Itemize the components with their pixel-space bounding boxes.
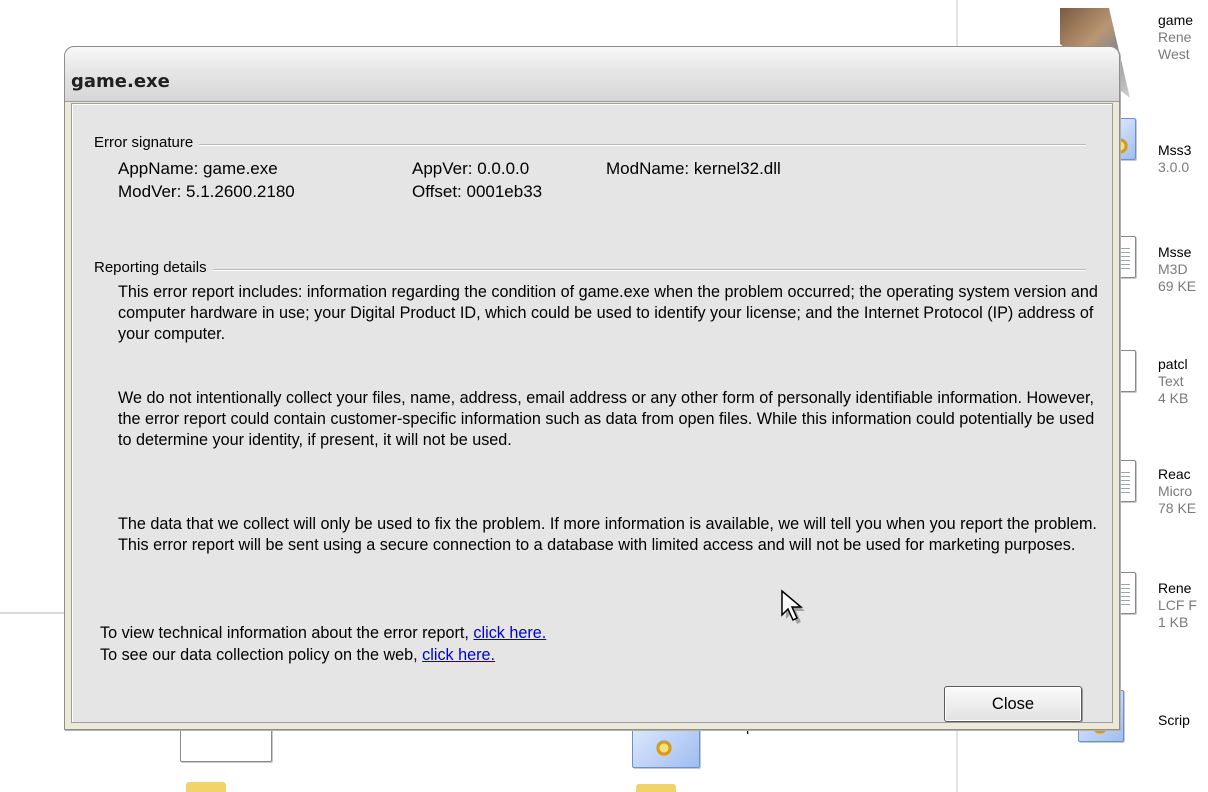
offset: Offset: 0001eb33 [412, 182, 543, 201]
file-label-mss3[interactable]: Mss3 3.0.0 [1158, 142, 1191, 176]
title-bar[interactable]: game.exe [65, 47, 1119, 102]
data-usage-paragraph: The data that we collect will only be us… [118, 515, 1097, 554]
file-label-game[interactable]: game Rene West [1158, 12, 1193, 63]
error-signature-divider [98, 144, 1086, 146]
technical-info-link[interactable]: click here. [473, 624, 546, 642]
module-version: ModVer: 5.1.2600.2180 [118, 182, 295, 201]
report-contents-paragraph: This error report includes: information … [118, 283, 1098, 343]
file-label-scripts[interactable]: Scrip [1158, 712, 1190, 729]
reporting-details-heading: Reporting details [94, 259, 213, 276]
file-label-msse[interactable]: Msse M3D 69 KE [1158, 244, 1196, 295]
dialog-content: Error signature AppName: game.exe AppVer… [71, 103, 1113, 723]
file-label-rene[interactable]: Rene LCF F 1 KB [1158, 580, 1197, 631]
app-version: AppVer: 0.0.0.0 [412, 159, 530, 178]
file-label-readme[interactable]: Reac Micro 78 KE [1158, 466, 1196, 517]
data-policy-text: To see our data collection policy on the… [100, 646, 423, 664]
reporting-details-divider [98, 269, 1086, 271]
dialog-title: game.exe [71, 71, 170, 92]
app-name: AppName: game.exe [118, 159, 278, 178]
data-policy-line: To see our data collection policy on the… [100, 646, 495, 665]
folder-icon[interactable] [636, 784, 676, 792]
data-policy-link[interactable]: click here. [422, 646, 495, 664]
file-label-patch[interactable]: patcl Text 4 KB [1158, 356, 1188, 407]
row-divider [0, 612, 64, 614]
technical-info-line: To view technical information about the … [100, 624, 546, 643]
technical-info-text: To view technical information about the … [100, 624, 474, 642]
error-report-dialog: game.exe Error signature AppName: game.e… [64, 46, 1120, 730]
module-name: ModName: kernel32.dll [606, 159, 781, 178]
folder-icon[interactable] [186, 782, 226, 792]
mouse-pointer-icon [781, 589, 805, 624]
privacy-paragraph: We do not intentionally collect your fil… [118, 389, 1095, 449]
error-signature-heading: Error signature [94, 134, 200, 151]
close-button[interactable]: Close [944, 686, 1082, 722]
